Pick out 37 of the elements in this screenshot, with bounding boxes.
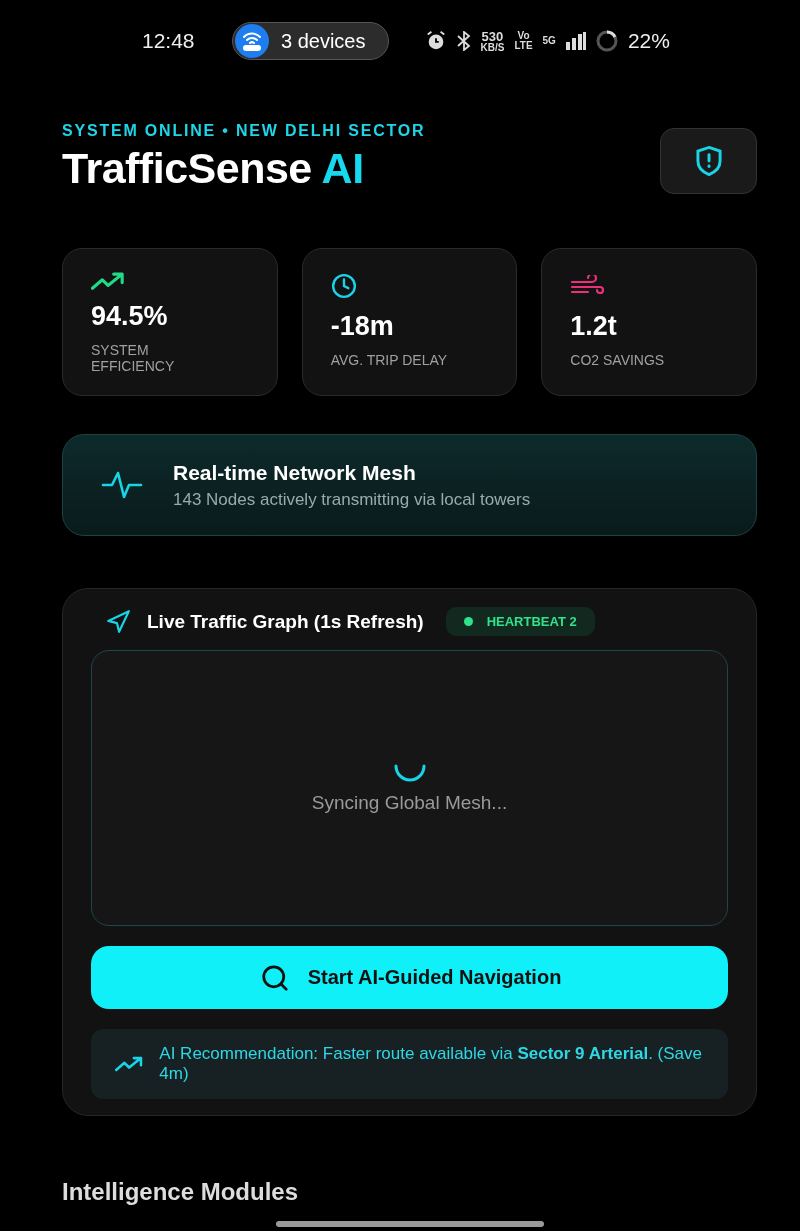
stat-value: 94.5% <box>91 301 169 333</box>
stat-label: CO2 SAVINGS <box>570 352 666 369</box>
shield-alert-icon <box>693 145 724 177</box>
stat-value: 1.2t <box>570 311 618 342</box>
stat-label: AVG. TRIP DELAY <box>330 352 449 369</box>
stat-label: SYSTEM EFFICIENCY <box>91 342 176 375</box>
status-dot-icon <box>463 617 473 626</box>
stat-value: -18m <box>330 311 395 342</box>
clock-time: 12:48 <box>142 29 196 53</box>
battery-ring-icon <box>595 30 618 52</box>
trend-up-icon <box>91 271 125 292</box>
signal-icon <box>565 32 586 50</box>
mesh-title: Real-time Network Mesh <box>173 460 417 485</box>
network-label: 5G <box>542 36 556 46</box>
speed-value: 530 <box>481 29 504 43</box>
app-title: TrafficSense AI <box>62 144 365 193</box>
hotspot-pill[interactable]: 3 devices <box>232 22 389 60</box>
network-mesh-card[interactable]: Real-time Network Mesh 143 Nodes actively transmitting via local towers <box>62 434 757 536</box>
battery-percent: 22% <box>627 29 670 53</box>
status-eyebrow: SYSTEM ONLINE • NEW DELHI SECTOR <box>62 122 426 140</box>
graph-title: Live Traffic Graph (1s Refresh) <box>147 610 424 633</box>
clock-icon <box>330 273 357 299</box>
wind-icon <box>570 275 605 297</box>
mesh-subtitle: 143 Nodes actively transmitting via local towers <box>173 489 531 510</box>
lte-label: LTE <box>514 41 533 51</box>
heartbeat-badge: HEARTBEAT 2 <box>445 607 595 636</box>
volte-label: Vo <box>517 31 530 41</box>
recommendation-text: AI Recommendation: Faster route available via Sector 9 Arterial. (Save 4m) <box>159 1043 704 1085</box>
syncing-text: Syncing Global Mesh... <box>311 792 508 814</box>
speed-unit: KB/S <box>480 42 505 53</box>
bluetooth-icon <box>456 31 471 51</box>
pulse-icon <box>101 470 143 500</box>
shield-alert-button[interactable] <box>660 128 757 194</box>
section-heading: Intelligence Modules <box>62 1178 300 1206</box>
trend-up-icon <box>115 1055 144 1073</box>
hotspot-icon <box>235 24 269 58</box>
start-navigation-button[interactable]: Start AI-Guided Navigation <box>91 946 728 1009</box>
